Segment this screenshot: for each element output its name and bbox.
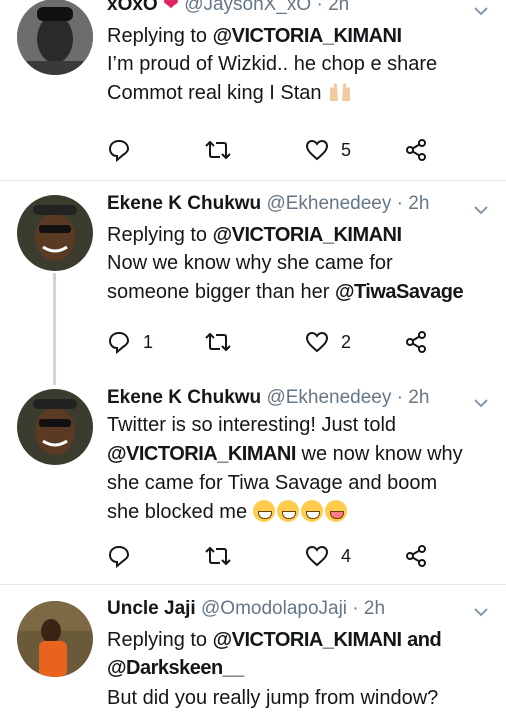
retweet-icon [205, 332, 231, 352]
tweet-actions: 1 2 [107, 327, 437, 357]
mention-link[interactable]: @VICTORIA_KIMANI [213, 629, 402, 651]
handle[interactable]: @Ekhenedeey [266, 387, 391, 408]
mention-link[interactable]: @Darkskeen__ [107, 657, 244, 679]
handle[interactable]: @OmodolapoJaji [201, 598, 347, 619]
timestamp[interactable]: · 2h [397, 193, 430, 214]
savoring-emoji-icon [324, 500, 347, 522]
retweet-icon [205, 140, 231, 160]
tweet-3[interactable]: Ekene K Chukwu @Ekhenedeey · 2h Twitter … [0, 376, 506, 584]
tweet-text: I’m proud of Wizkid.. he chop e share Co… [107, 53, 438, 104]
raised-hands-icon [327, 81, 353, 103]
laughing-emoji-icon [252, 500, 275, 522]
avatar[interactable] [17, 0, 93, 75]
display-name[interactable]: xOxO [107, 0, 158, 15]
tweet-text: Twitter is so interesting! Just told @VI… [107, 414, 463, 523]
handle[interactable]: @Ekhenedeey [266, 193, 391, 214]
replying-to: Replying to @VICTORIA_KIMANI and [107, 629, 442, 651]
like-icon [305, 139, 329, 161]
mention-link[interactable]: @VICTORIA_KIMANI [107, 443, 296, 465]
like-button[interactable]: 5 [305, 135, 351, 165]
share-button[interactable] [404, 135, 428, 165]
replying-to: Replying to @VICTORIA_KIMANI [107, 25, 402, 47]
tweet-actions: 4 [107, 541, 437, 571]
share-button[interactable] [404, 327, 428, 357]
avatar[interactable] [17, 601, 93, 677]
retweet-button[interactable] [205, 541, 243, 571]
avatar[interactable] [17, 195, 93, 271]
avatar[interactable] [17, 389, 93, 465]
display-name[interactable]: Ekene K Chukwu [107, 387, 261, 408]
share-icon [406, 545, 426, 567]
retweet-button[interactable] [205, 327, 243, 357]
tweet-header: Ekene K Chukwu @Ekhenedeey · 2h [107, 191, 466, 217]
share-button[interactable] [404, 541, 428, 571]
laughing-emoji-icon [300, 500, 323, 522]
share-icon [406, 139, 426, 161]
retweet-button[interactable] [205, 135, 243, 165]
tweet-1[interactable]: xOxO ❤ @JaysonX_xO · 2h Replying to @VIC… [0, 0, 506, 180]
caret-down-icon[interactable] [474, 205, 488, 215]
tweet-header: Uncle Jaji @OmodolapoJaji · 2h [107, 596, 466, 622]
reply-icon [108, 139, 130, 162]
laughing-emoji-icon [276, 500, 299, 522]
tweet-header: xOxO ❤ @JaysonX_xO · 2h [107, 0, 466, 18]
tweet-4[interactable]: Uncle Jaji @OmodolapoJaji · 2h Replying … [0, 585, 506, 720]
reply-button[interactable]: 1 [107, 327, 153, 357]
caret-down-icon[interactable] [474, 607, 488, 617]
tweet-2[interactable]: Ekene K Chukwu @Ekhenedeey · 2h Replying… [0, 181, 506, 370]
tweet-header: Ekene K Chukwu @Ekhenedeey · 2h [107, 385, 466, 411]
mention-link[interactable]: @VICTORIA_KIMANI [213, 25, 402, 47]
reply-button[interactable] [107, 541, 143, 571]
tweet-text: Now we know why she came for someone big… [107, 252, 464, 303]
like-icon [305, 331, 329, 353]
replying-to: Replying to @VICTORIA_KIMANI [107, 224, 402, 246]
tweet-actions: 5 [107, 135, 437, 165]
caret-down-icon[interactable] [474, 398, 488, 408]
caret-down-icon[interactable] [474, 6, 488, 16]
retweet-icon [205, 546, 231, 566]
share-icon [406, 331, 426, 353]
timestamp[interactable]: · 2h [352, 598, 385, 619]
heart-emoji-icon: ❤ [162, 0, 179, 15]
like-button[interactable]: 4 [305, 541, 351, 571]
display-name[interactable]: Uncle Jaji [107, 598, 196, 619]
mention-link[interactable]: @VICTORIA_KIMANI [213, 224, 402, 246]
timestamp[interactable]: · 2h [316, 0, 349, 15]
display-name[interactable]: Ekene K Chukwu [107, 193, 261, 214]
like-icon [305, 545, 329, 567]
reply-icon [108, 545, 130, 568]
timestamp[interactable]: · 2h [397, 387, 430, 408]
like-button[interactable]: 2 [305, 327, 351, 357]
mention-link[interactable]: @TiwaSavage [335, 281, 464, 303]
reply-button[interactable] [107, 135, 143, 165]
tweet-text: But did you really jump from window? [107, 687, 439, 709]
reply-icon [108, 331, 130, 354]
handle[interactable]: @JaysonX_xO [184, 0, 311, 15]
